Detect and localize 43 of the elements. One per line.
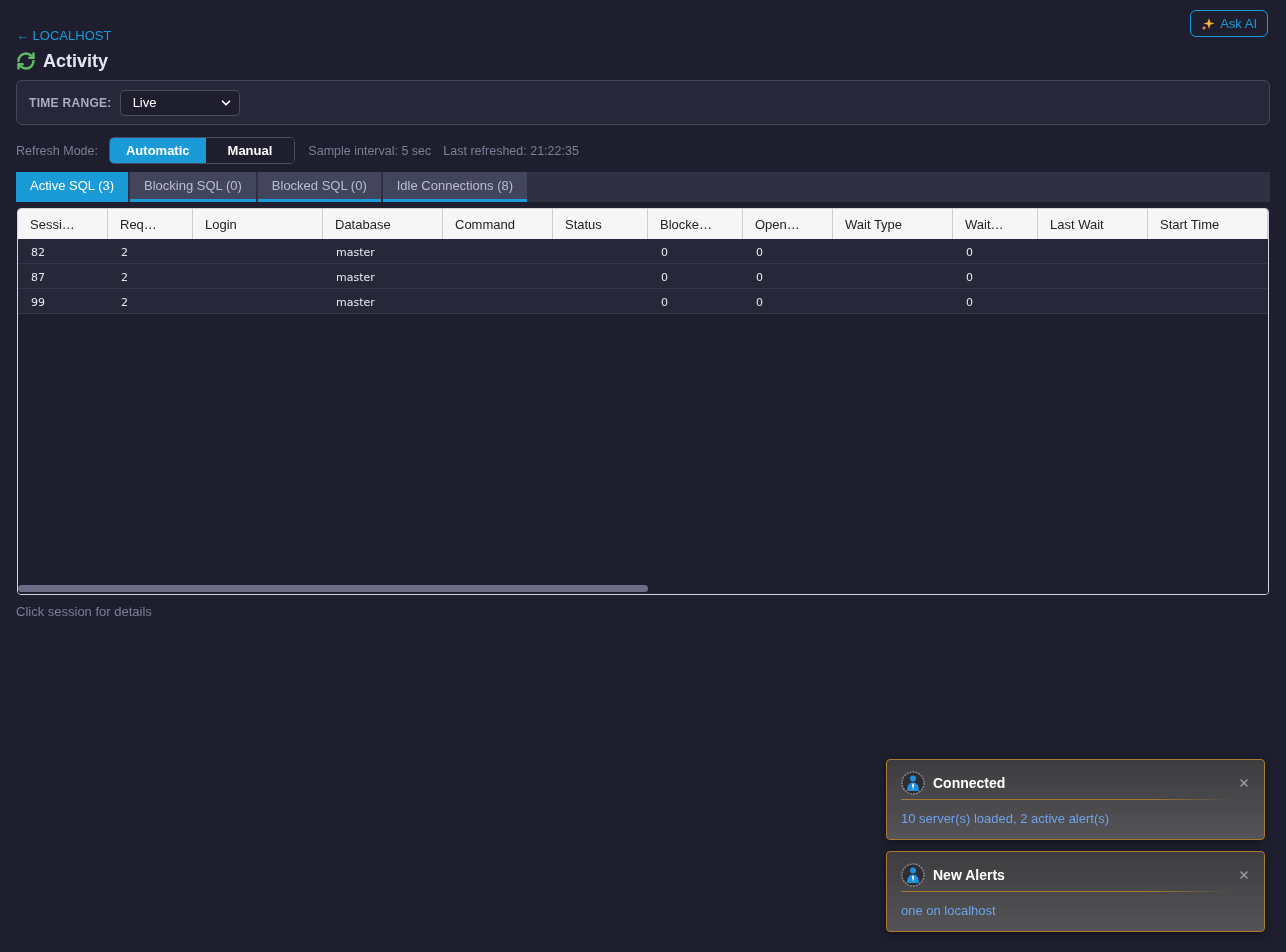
toast-title: New Alerts [933, 867, 1006, 883]
page-title: Activity [43, 50, 109, 72]
table-cell: 0 [756, 296, 763, 309]
hint-text: Click session for details [16, 604, 153, 619]
toast-message: 10 server(s) loaded, 2 active alert(s) [901, 811, 1111, 826]
table-row[interactable]: 82 2 master 0 0 0 [18, 239, 1268, 264]
user-icon [901, 863, 925, 887]
close-icon[interactable] [1238, 777, 1250, 789]
table-cell: master [336, 246, 375, 259]
table-cell: master [336, 271, 375, 284]
table-cell: 0 [756, 246, 763, 259]
table-cell: 0 [966, 246, 973, 259]
table-cell: 0 [661, 296, 668, 309]
refresh-icon [16, 51, 36, 71]
ask-ai-button[interactable]: Ask AI [1190, 10, 1268, 37]
toast-title: Connected [933, 775, 1007, 791]
table-cell: 87 [31, 271, 45, 284]
tab[interactable]: Blocked SQL (0) [257, 172, 381, 202]
time-range-select[interactable]: Live [119, 89, 240, 116]
tab[interactable]: Idle Connections (8) [382, 172, 528, 202]
refresh-mode-label: Refresh Mode: [16, 143, 98, 158]
scrollbar-thumb[interactable] [18, 585, 648, 592]
table-cell: 0 [661, 271, 668, 284]
table-cell: 0 [966, 296, 973, 309]
user-icon [901, 771, 925, 795]
toast-message: one on localhost [901, 903, 997, 918]
table-cell: 2 [121, 296, 128, 309]
table-cell: 0 [756, 271, 763, 284]
back-link[interactable]: ← LOCALHOST [16, 28, 112, 44]
table-cell: 99 [31, 296, 45, 309]
table-row[interactable]: 87 2 master 0 0 0 [18, 264, 1268, 289]
close-icon[interactable] [1238, 869, 1250, 881]
table-cell: 0 [966, 271, 973, 284]
last-refreshed-text: Last refreshed: 21:22:35 [443, 143, 579, 158]
table-cell: 82 [31, 246, 45, 259]
tab[interactable]: Blocking SQL (0) [130, 172, 256, 202]
table-row[interactable]: 99 2 master 0 0 0 [18, 289, 1268, 314]
table-cell: 2 [121, 271, 128, 284]
table-cell: 2 [121, 246, 128, 259]
sample-interval-text: Sample interval: 5 sec [308, 143, 432, 158]
table-cell: master [336, 296, 375, 309]
time-range-label: TIME RANGE: [29, 95, 112, 110]
table-cell: 0 [661, 246, 668, 259]
